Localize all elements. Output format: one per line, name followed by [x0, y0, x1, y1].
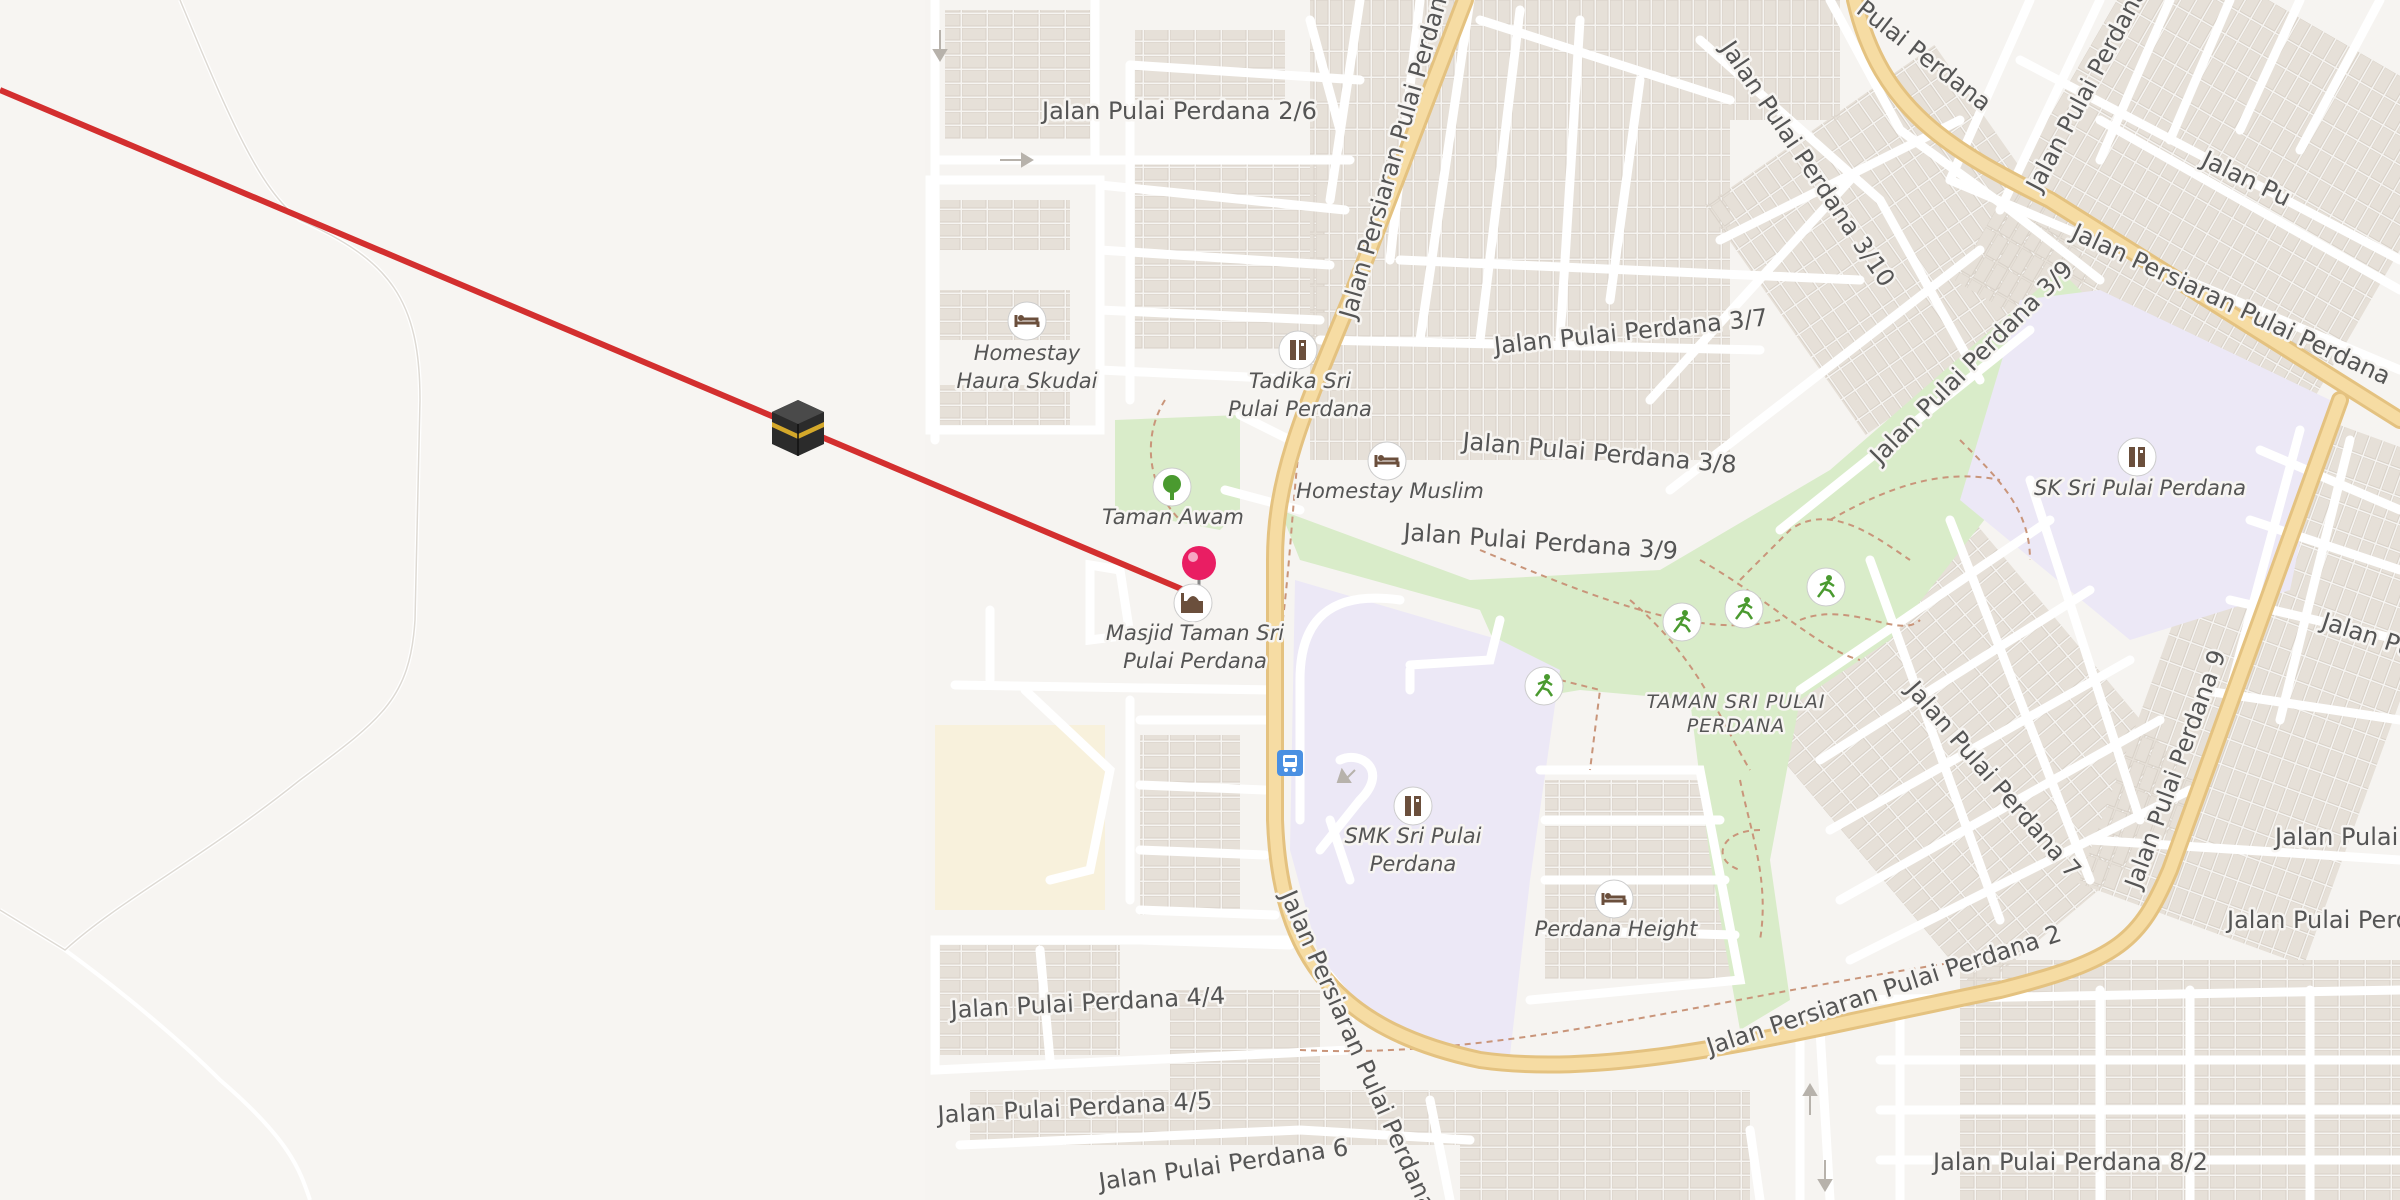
street-label: Jalan Pulai Perdana 3/9 — [1401, 518, 1679, 565]
poi-label-taman-sri-park: TAMAN SRI PULAI — [1647, 691, 1826, 713]
poi-label-taman-awam: Taman Awam — [1102, 505, 1244, 529]
poi-label-homestay-haura: Haura Skudai — [957, 369, 1098, 393]
street-label: Jalan Pulai Perdana 2/6 — [1040, 97, 1317, 125]
school-icon[interactable] — [1278, 330, 1318, 370]
poi-label-taman-sri-park: PERDANA — [1687, 715, 1786, 737]
running-icon[interactable] — [1806, 567, 1846, 607]
sand-area — [935, 725, 1105, 910]
street-label: Jalan Pulai — [2273, 823, 2398, 851]
poi-label-masjid: Masjid Taman Sri — [1106, 621, 1284, 645]
street-label: Jalan Pulai Perd — [2225, 906, 2400, 934]
mosque-icon[interactable] — [1173, 583, 1213, 623]
running-icon[interactable] — [1662, 602, 1702, 642]
tree-icon[interactable] — [1152, 467, 1192, 507]
poi-label-tadika: Pulai Perdana — [1228, 397, 1372, 421]
school-icon[interactable] — [2117, 437, 2157, 477]
poi-label-smk-sri: SMK Sri Pulai — [1345, 824, 1482, 848]
poi-label-sk-sri: SK Sri Pulai Perdana — [2034, 476, 2246, 500]
running-icon[interactable] — [1524, 666, 1564, 706]
street-label: Jalan Pulai Perdana 8/2 — [1931, 1148, 2208, 1176]
school-icon[interactable] — [1393, 786, 1433, 826]
bed-icon[interactable] — [1367, 441, 1407, 481]
poi-label-masjid: Pulai Perdana — [1123, 649, 1267, 673]
running-icon[interactable] — [1724, 589, 1764, 629]
map-canvas[interactable]: Jalan Pulai Perdana 2/6 Jalan Persiaran … — [0, 0, 2400, 1200]
poi-label-homestay-muslim: Homestay Muslim — [1296, 479, 1484, 503]
bed-icon[interactable] — [1007, 301, 1047, 341]
poi-label-perdana-height: Perdana Height — [1535, 917, 1698, 941]
poi-label-smk-sri: Perdana — [1370, 852, 1457, 876]
open-land — [0, 0, 925, 1200]
poi-label-tadika: Tadika Sri — [1249, 369, 1351, 393]
bed-icon[interactable] — [1594, 879, 1634, 919]
poi-label-homestay-haura: Homestay — [974, 341, 1081, 365]
bus-stop-icon[interactable] — [1277, 750, 1303, 776]
